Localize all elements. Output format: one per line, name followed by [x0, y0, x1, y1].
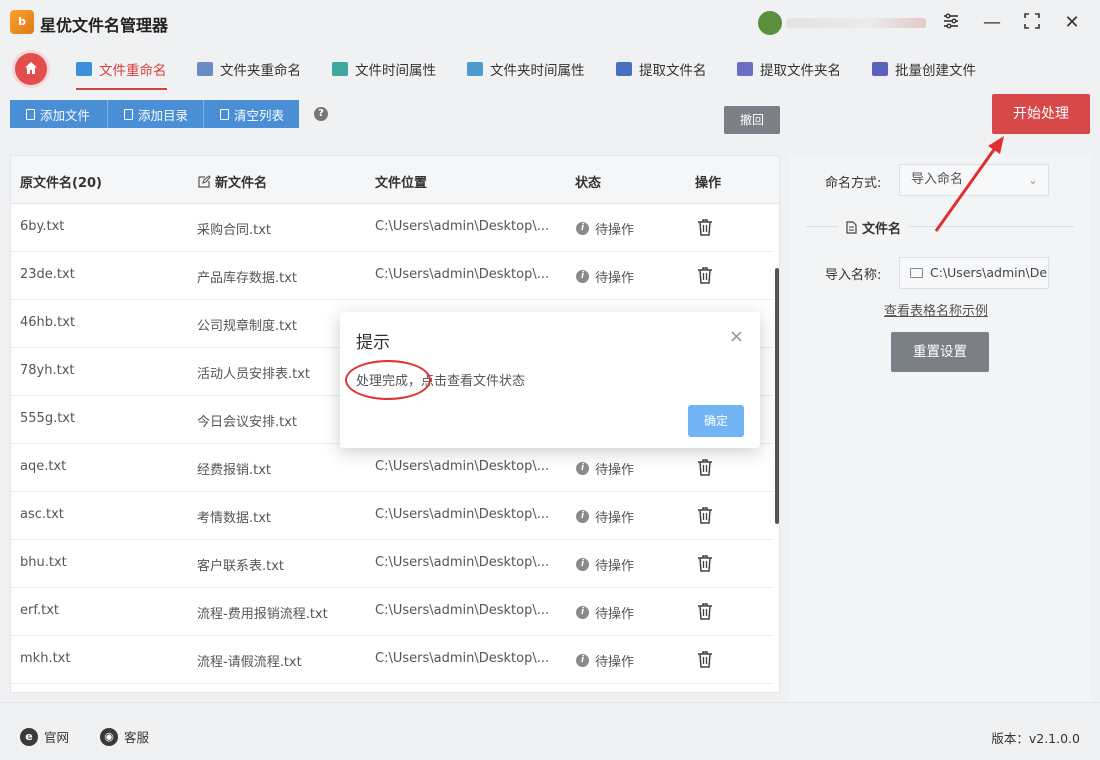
browser-icon: e	[20, 727, 38, 746]
support-link[interactable]: ◉ 客服	[100, 727, 149, 746]
dialog-ok-button[interactable]: 确定	[688, 405, 744, 437]
chat-icon: ◉	[100, 727, 118, 746]
annotation-circle	[345, 360, 431, 400]
website-link[interactable]: e 官网	[20, 727, 69, 746]
footer: e 官网 ◉ 客服 版本：v2.1.0.0	[0, 702, 1100, 760]
version-label: 版本：v2.1.0.0	[991, 731, 1080, 746]
dialog-close-icon[interactable]: ×	[729, 326, 744, 347]
dialog-title: 提示	[356, 333, 390, 353]
